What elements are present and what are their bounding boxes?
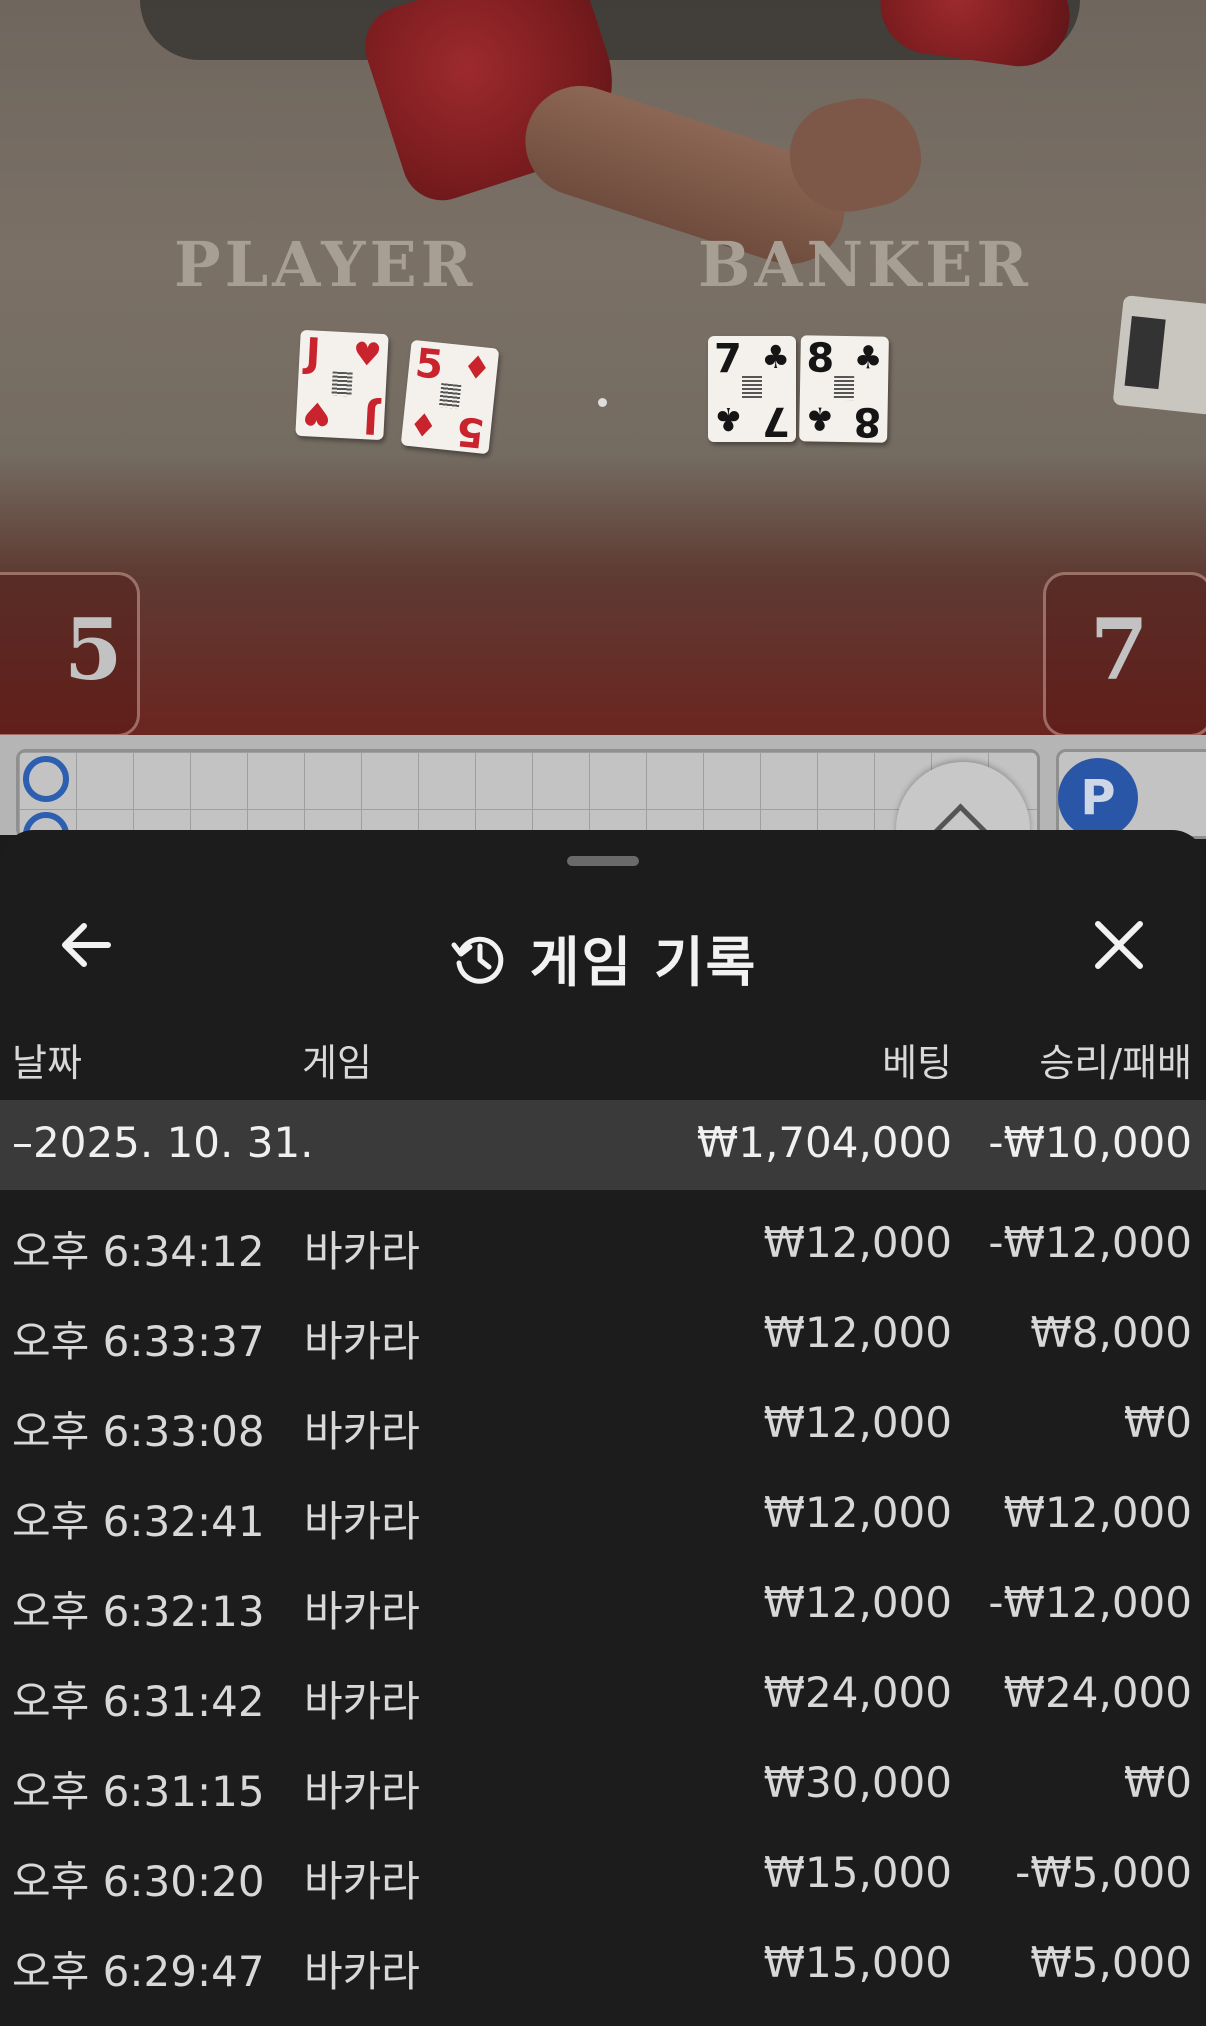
- player-label: PLAYER: [174, 228, 477, 301]
- card-suit: ♥: [351, 334, 383, 375]
- row-win-loss: ₩0: [1123, 1758, 1192, 1807]
- row-win-loss: -₩5,000: [1015, 1848, 1192, 1897]
- row-time: 오후 6:33:08: [12, 1407, 265, 1456]
- history-row[interactable]: 오후 6:33:37 바카라 ₩12,000 ₩8,000: [0, 1298, 1206, 1388]
- card-rank-inverted: 5: [454, 407, 487, 456]
- player-badge: P: [1058, 758, 1138, 838]
- row-bet: ₩12,000: [763, 1398, 953, 1447]
- row-game: 바카라: [304, 1407, 420, 1456]
- row-time: 오후 6:30:20: [12, 1857, 265, 1906]
- page-title: 게임 기록: [529, 931, 758, 994]
- row-time: 오후 6:31:15: [12, 1767, 265, 1816]
- day-summary-row[interactable]: –2025. 10. 31. ₩1,704,000 -₩10,000: [0, 1100, 1206, 1190]
- card-shoe: [1112, 295, 1206, 415]
- row-time: 오후 6:33:37: [12, 1317, 265, 1366]
- history-row[interactable]: 오후 6:31:42 바카라 ₩24,000 ₩24,000: [0, 1658, 1206, 1748]
- card-rank: J: [304, 330, 322, 377]
- history-row[interactable]: 오후 6:30:20 바카라 ₩15,000 -₩5,000: [0, 1838, 1206, 1928]
- history-icon: [451, 936, 504, 984]
- row-bet: ₩12,000: [763, 1488, 953, 1537]
- card-rank: 5: [412, 340, 446, 389]
- row-win-loss: ₩12,000: [1003, 1488, 1193, 1537]
- row-win-loss: ₩0: [1123, 1398, 1192, 1447]
- card-rank-inverted: 8: [853, 398, 882, 445]
- row-game: 바카라: [304, 1497, 420, 1546]
- row-game: 바카라: [304, 1677, 420, 1726]
- sheet-header: 게임 기록: [0, 890, 1206, 1000]
- history-row[interactable]: 오후 6:32:41 바카라 ₩12,000 ₩12,000: [0, 1478, 1206, 1568]
- row-game: 바카라: [304, 1947, 420, 1996]
- row-game: 바카라: [304, 1227, 420, 1276]
- dealer-sleeve-right: [873, 0, 1077, 73]
- row-bet: ₩12,000: [763, 1578, 953, 1627]
- row-win-loss: ₩24,000: [1003, 1668, 1193, 1717]
- row-win-loss: -₩12,000: [988, 1578, 1192, 1627]
- history-row[interactable]: 오후 6:29:47 바카라 ₩15,000 ₩5,000: [0, 1928, 1206, 2018]
- row-game: 바카라: [304, 1587, 420, 1636]
- row-bet: ₩30,000: [763, 1758, 953, 1807]
- day-total-win-loss: -₩10,000: [988, 1118, 1192, 1167]
- player-score: 5: [64, 600, 123, 699]
- history-row[interactable]: 오후 6:31:15 바카라 ₩30,000 ₩0: [0, 1748, 1206, 1838]
- player-card-2: 5 ♦ 5 ♦: [400, 339, 500, 456]
- bead-road-grid: [16, 749, 1040, 858]
- card-suit-inverted: ♣: [805, 399, 835, 438]
- day-total-bet: ₩1,704,000: [696, 1118, 952, 1167]
- row-bet: ₩15,000: [763, 1848, 953, 1897]
- history-row[interactable]: 오후 6:32:13 바카라 ₩12,000 -₩12,000: [0, 1568, 1206, 1658]
- row-time: 오후 6:34:12: [12, 1227, 265, 1276]
- row-time: 오후 6:32:41: [12, 1497, 265, 1546]
- card-rank: 7: [714, 336, 742, 382]
- row-time: 오후 6:32:13: [12, 1587, 265, 1636]
- column-header-bet: 베팅: [882, 1041, 952, 1085]
- game-history-sheet: 게임 기록 날짜 게임 베팅 승리/패배 –2025. 10. 31. ₩1,7…: [0, 830, 1206, 2026]
- row-game: 바카라: [304, 1767, 420, 1816]
- row-time: 오후 6:29:47: [12, 1947, 265, 1996]
- row-bet: ₩12,000: [763, 1218, 953, 1267]
- banker-label: BANKER: [698, 228, 1032, 301]
- row-game: 바카라: [304, 1857, 420, 1906]
- banker-score: 7: [1090, 600, 1149, 699]
- card-suit: ♣: [853, 338, 883, 377]
- banker-card-1: 7 ♣ 7 ♣: [708, 336, 796, 444]
- card-suit-inverted: ♦: [407, 403, 440, 445]
- table-dot: [598, 398, 607, 407]
- card-suit-inverted: ♣: [714, 400, 743, 438]
- column-header-win-loss: 승리/패배: [1039, 1041, 1192, 1085]
- road-player-circle: [23, 756, 69, 802]
- history-row[interactable]: 오후 6:34:12 바카라 ₩12,000 -₩12,000: [0, 1208, 1206, 1298]
- row-win-loss: ₩5,000: [1030, 1938, 1192, 1987]
- sheet-title-group: 게임 기록: [0, 918, 1206, 997]
- banker-card-2: 8 ♣ 8 ♣: [799, 335, 889, 445]
- card-suit: ♣: [761, 338, 790, 376]
- column-header-game: 게임: [302, 1041, 372, 1085]
- sheet-drag-handle[interactable]: [567, 856, 639, 866]
- history-row[interactable]: 오후 6:33:08 바카라 ₩12,000 ₩0: [0, 1388, 1206, 1478]
- day-date: –2025. 10. 31.: [12, 1118, 314, 1167]
- card-rank-inverted: 7: [762, 398, 790, 444]
- player-card-1: J ♥ J ♥: [295, 329, 389, 442]
- row-game: 바카라: [304, 1317, 420, 1366]
- card-suit-inverted: ♥: [301, 393, 333, 434]
- card-rank-inverted: J: [362, 395, 380, 442]
- history-list: 오후 6:34:12 바카라 ₩12,000 -₩12,000 오후 6:33:…: [0, 1208, 1206, 2018]
- row-bet: ₩24,000: [763, 1668, 953, 1717]
- row-win-loss: -₩12,000: [988, 1218, 1192, 1267]
- card-suit: ♦: [460, 347, 494, 389]
- row-win-loss: ₩8,000: [1030, 1308, 1192, 1357]
- row-bet: ₩15,000: [763, 1938, 953, 1987]
- row-bet: ₩12,000: [763, 1308, 953, 1357]
- column-header-date: 날짜: [12, 1041, 82, 1085]
- row-time: 오후 6:31:42: [12, 1677, 265, 1726]
- card-rank: 8: [806, 335, 835, 382]
- close-button[interactable]: [1084, 910, 1154, 980]
- live-video-feed: PLAYER BANKER J ♥ J ♥ 5 ♦ 5 ♦ 7 ♣ 7 ♣ 8 …: [0, 0, 1206, 735]
- close-icon: [1095, 921, 1143, 969]
